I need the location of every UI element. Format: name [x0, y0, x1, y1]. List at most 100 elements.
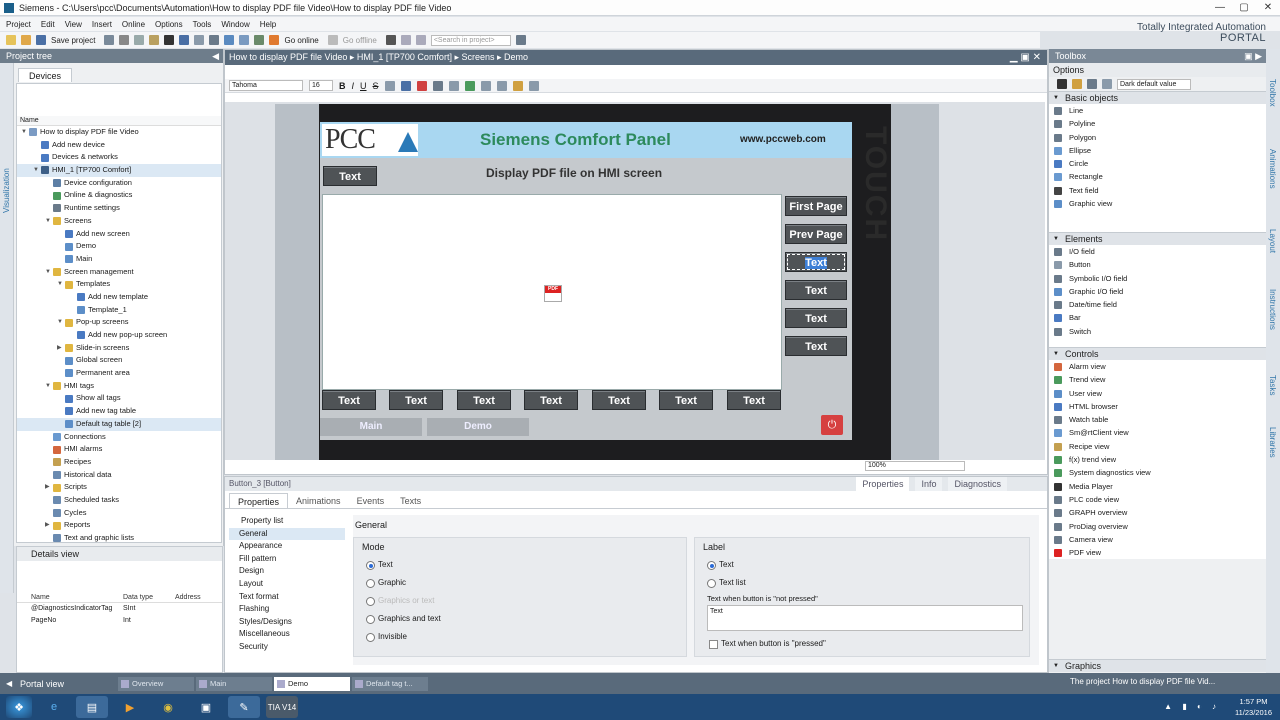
font-size-select[interactable]: 16 [309, 80, 333, 91]
tree-expand-icon[interactable]: ▼ [45, 380, 53, 393]
status-message[interactable]: The project How to display PDF file Vid.… [1070, 677, 1215, 686]
first-page-button[interactable]: First Page [785, 196, 847, 216]
property-list-item[interactable]: Security [229, 641, 345, 654]
toolbox-item[interactable]: Sm@rtClient view [1049, 426, 1266, 440]
tree-item[interactable]: Text and graphic lists [17, 532, 221, 542]
font-select[interactable]: Tahoma [229, 80, 303, 91]
menu-edit[interactable]: Edit [41, 20, 55, 29]
tia-portal-taskbar-icon[interactable]: TIA V14 [266, 696, 298, 718]
menu-insert[interactable]: Insert [92, 20, 112, 29]
tree-item[interactable]: Show all tags [17, 392, 221, 405]
clock[interactable]: 1:57 PM 11/23/2016 [1235, 696, 1272, 718]
demo-nav-button[interactable]: Demo [427, 418, 529, 436]
fill-color-icon[interactable] [416, 80, 427, 91]
property-list-item[interactable]: Styles/Designs [229, 616, 345, 629]
mode-graphics-and-text-radio[interactable]: Graphics and text [364, 610, 686, 628]
go-offline-icon[interactable] [327, 35, 338, 45]
mode-invisible-radio[interactable]: Invisible [364, 628, 686, 646]
tree-expand-icon[interactable]: ▼ [57, 316, 65, 329]
paste-icon[interactable] [149, 35, 160, 45]
property-list-item[interactable]: Appearance [229, 540, 345, 553]
tab-texts[interactable]: Texts [392, 493, 429, 508]
distribute-icon[interactable] [480, 80, 491, 91]
tree-item[interactable]: ▼ Screens [17, 215, 221, 228]
toolbox-item[interactable]: f(x) trend view [1049, 453, 1266, 467]
editor-window-controls[interactable]: ▁ ▣ ✕ [1010, 50, 1041, 65]
bottom-text-button[interactable]: Text [457, 390, 511, 410]
toolbox-item[interactable]: PLC code view [1049, 492, 1266, 507]
stop-icon[interactable] [385, 35, 396, 45]
go-online-button[interactable]: Go online [284, 36, 318, 45]
save-icon[interactable] [36, 35, 46, 45]
collapse-panel-icon[interactable]: ◀ [212, 49, 219, 63]
tab-events[interactable]: Events [349, 493, 393, 508]
tab-properties[interactable]: Properties [229, 493, 289, 508]
pdf-view-control[interactable]: PDF [322, 194, 782, 390]
toolbox-item[interactable]: User view [1049, 386, 1266, 400]
toolbox-item[interactable]: Ellipse [1049, 143, 1266, 158]
power-icon[interactable]: ⏻ [821, 415, 843, 435]
property-list-item[interactable]: Layout [229, 578, 345, 591]
toolbox-item[interactable]: Circle [1049, 157, 1266, 171]
arrange-icon[interactable] [464, 80, 475, 91]
property-list-item[interactable]: Fill pattern [229, 553, 345, 566]
tree-expand-icon[interactable]: ▼ [57, 278, 65, 291]
tree-item[interactable]: Add new tag table [17, 405, 221, 418]
toolbox-section-header[interactable]: Controls [1049, 347, 1266, 361]
toolbox-item[interactable]: Date/time field [1049, 298, 1266, 312]
tree-item[interactable]: Add new screen [17, 228, 221, 241]
start-button-icon[interactable]: ❖ [6, 696, 32, 718]
label-text-list-radio[interactable]: Text list [705, 574, 1029, 592]
property-list-item[interactable]: Text format [229, 591, 345, 604]
side-tab-tasks[interactable]: Tasks [1268, 375, 1277, 395]
tree-expand-icon[interactable]: ▼ [33, 164, 41, 177]
side-tab-toolbox[interactable]: Toolbox [1268, 79, 1277, 107]
tree-item[interactable]: ▼ HMI_1 [TP700 Comfort] [17, 164, 221, 177]
toolbox-item[interactable]: I/O field [1049, 245, 1266, 259]
tree-item[interactable]: ▶ Scripts [17, 481, 221, 494]
bottom-text-button[interactable]: Text [592, 390, 646, 410]
tree-item[interactable]: Recipes [17, 456, 221, 469]
tree-item[interactable]: Default tag table [2] [17, 417, 221, 431]
toolbox-item[interactable]: Alarm view [1049, 360, 1266, 374]
tree-item[interactable]: ▶ Reports [17, 519, 221, 532]
tree-item[interactable]: HMI alarms [17, 443, 221, 456]
undo-icon[interactable] [179, 35, 190, 45]
tab-diagnostics[interactable]: Diagnostics [948, 477, 1007, 491]
hand-icon[interactable] [1072, 79, 1082, 89]
toolbox-item[interactable]: Button [1049, 258, 1266, 272]
toolbox-item[interactable]: Graphic view [1049, 197, 1266, 211]
split-h-icon[interactable] [400, 35, 411, 45]
toolbox-item[interactable]: Polyline [1049, 117, 1266, 131]
side-tab-layout[interactable]: Layout [1268, 229, 1277, 253]
tree-item[interactable]: Template_1 [17, 304, 221, 317]
details-view-header[interactable]: Details view [17, 547, 222, 561]
editor-tab-demo[interactable]: Demo [274, 676, 350, 691]
menu-window[interactable]: Window [221, 20, 249, 29]
open-project-icon[interactable] [21, 35, 31, 45]
bottom-text-button[interactable]: Text [727, 390, 781, 410]
menu-tools[interactable]: Tools [193, 20, 212, 29]
compile-icon[interactable] [209, 35, 220, 45]
view-icon[interactable] [1102, 79, 1112, 89]
go-offline-button[interactable]: Go offline [343, 36, 377, 45]
media-player-icon[interactable]: ▶ [114, 696, 146, 718]
menu-project[interactable]: Project [6, 20, 31, 29]
hmi-url[interactable]: www.pccweb.com [740, 134, 826, 145]
mode-graphic-radio[interactable]: Graphic [364, 574, 686, 592]
graphics-section[interactable]: Graphics [1049, 659, 1267, 673]
toolbox-item[interactable]: Text field [1049, 183, 1266, 198]
toolbox-item[interactable]: Recipe view [1049, 439, 1266, 454]
side-tab-instructions[interactable]: Instructions [1268, 289, 1277, 330]
toolbox-item[interactable]: Symbolic I/O field [1049, 271, 1266, 285]
bottom-text-button[interactable]: Text [322, 390, 376, 410]
toolbox-item[interactable]: Line [1049, 104, 1266, 118]
new-project-icon[interactable] [6, 35, 16, 45]
toolbox-item[interactable]: Bar [1049, 311, 1266, 325]
upload-icon[interactable] [239, 35, 250, 45]
copy-icon[interactable] [134, 35, 145, 45]
breadcrumb-path[interactable]: How to display PDF file Video ▸ HMI_1 [T… [229, 52, 528, 62]
tree-item[interactable]: ▼ How to display PDF file Video [17, 126, 221, 139]
editor-tab-overview[interactable]: Overview [118, 676, 194, 691]
cut-icon[interactable] [119, 35, 130, 45]
